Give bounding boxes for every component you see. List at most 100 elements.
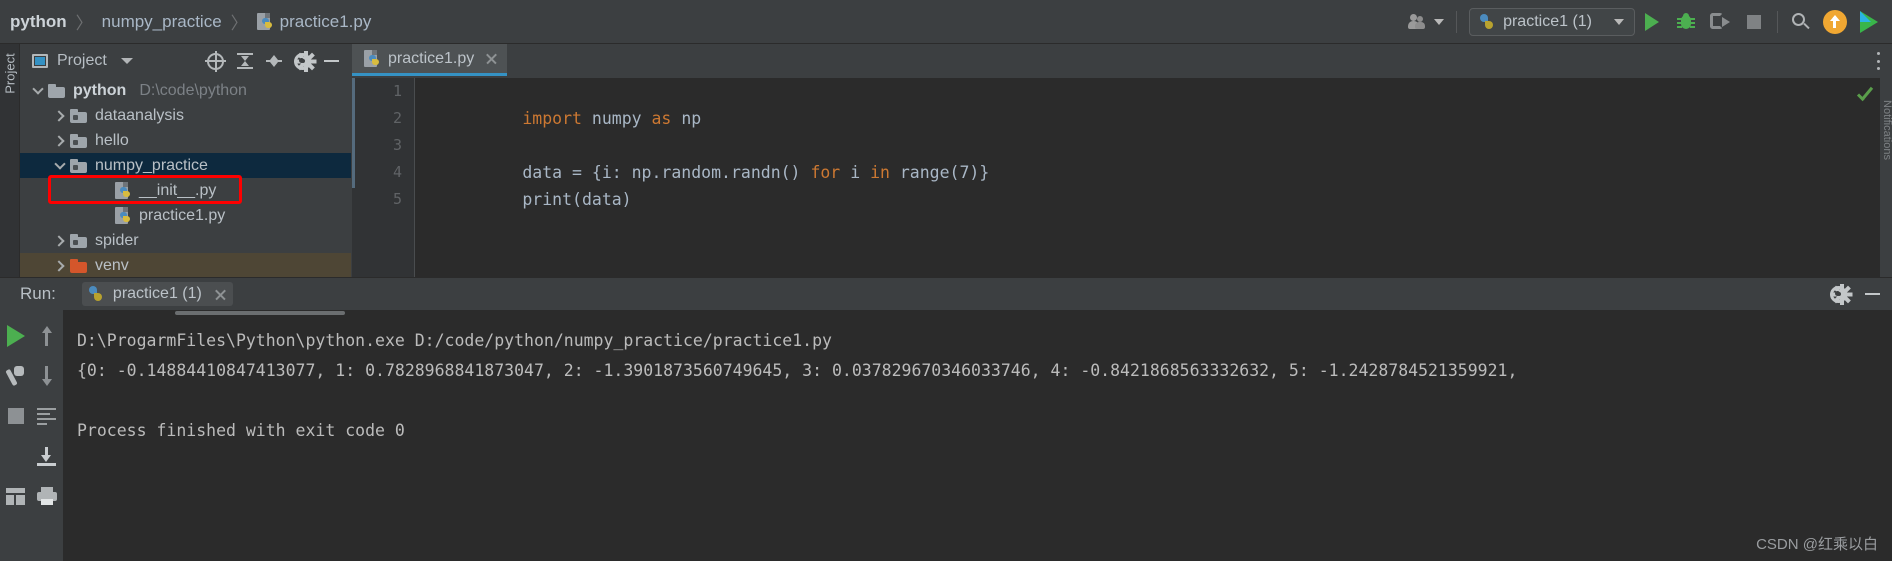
- run-button[interactable]: [1635, 5, 1669, 39]
- toolbar-divider: [1777, 10, 1778, 33]
- down-arrow-icon: [40, 366, 53, 386]
- editor-tab-label: practice1.py: [388, 49, 475, 67]
- watermark-label: CSDN @红乘以白: [1756, 536, 1878, 553]
- line-number: 3: [392, 136, 402, 154]
- tree-row-dataanalysis[interactable]: dataanalysis: [20, 103, 351, 128]
- breadcrumb-item-file[interactable]: practice1.py: [256, 12, 371, 32]
- prev-occurrence-button[interactable]: [31, 326, 62, 346]
- notifications-tool-button[interactable]: Notifications: [1881, 87, 1892, 173]
- debug-button[interactable]: [1669, 5, 1703, 39]
- hide-panel-button[interactable]: [318, 47, 345, 75]
- run-tab-practice1[interactable]: practice1 (1): [81, 282, 233, 306]
- stop-button[interactable]: [1737, 5, 1771, 39]
- tree-row-practice1-py[interactable]: practice1.py: [20, 203, 351, 228]
- code-token: print(data): [522, 190, 632, 209]
- project-settings-button[interactable]: [289, 47, 316, 75]
- breadcrumb-item-project[interactable]: python: [10, 12, 67, 32]
- edit-configuration-button[interactable]: [0, 365, 31, 387]
- project-panel-header: Project: [20, 44, 351, 78]
- tree-row-python[interactable]: python D:\code\python: [20, 78, 351, 103]
- plugin-button[interactable]: [1852, 5, 1886, 39]
- tree-row-spider[interactable]: spider: [20, 228, 351, 253]
- plugin-icon: [1860, 10, 1878, 33]
- python-config-icon: [88, 286, 104, 302]
- print-button[interactable]: [31, 487, 62, 505]
- soft-wrap-button[interactable]: [31, 408, 62, 425]
- keyword-as: as: [651, 109, 682, 128]
- expand-toggle[interactable]: [50, 259, 70, 272]
- minimize-icon: [324, 60, 339, 62]
- locate-icon: [205, 50, 226, 72]
- run-tab-label: practice1 (1): [112, 285, 202, 302]
- expand-toggle[interactable]: [50, 109, 70, 122]
- run-tool-label: Run:: [20, 284, 56, 303]
- clear-all-button[interactable]: [0, 487, 31, 505]
- expand-all-button[interactable]: [260, 47, 287, 75]
- expand-toggle[interactable]: [50, 234, 70, 247]
- minimize-icon[interactable]: [1865, 293, 1880, 295]
- stop-icon: [7, 408, 24, 424]
- stop-icon: [1747, 14, 1761, 29]
- update-icon: [1823, 9, 1847, 34]
- code-token: numpy: [591, 109, 652, 128]
- tree-label: practice1.py: [139, 206, 226, 224]
- locate-file-button[interactable]: [202, 47, 229, 75]
- project-tree: python D:\code\python dataanalysis hello…: [20, 78, 351, 278]
- tree-row-hello[interactable]: hello: [20, 128, 351, 153]
- run-tool-header: Run: practice1 (1): [0, 278, 1892, 310]
- scroll-to-end-button[interactable]: [31, 446, 62, 466]
- line-number-gutter: 1 2 3 4 5: [352, 78, 415, 277]
- share-settings-button[interactable]: [1408, 13, 1445, 30]
- tree-label: spider: [95, 231, 139, 249]
- project-tool-button[interactable]: Project: [3, 51, 18, 97]
- run-tool-body: D:\ProgarmFiles\Python\python.exe D:/cod…: [0, 310, 1892, 561]
- gear-icon: [294, 50, 316, 72]
- toolbar-right-group: practice1 (1): [1408, 5, 1892, 39]
- collapse-all-icon: [236, 53, 253, 69]
- close-icon[interactable]: [214, 288, 227, 301]
- tree-label: hello: [95, 131, 129, 149]
- run-with-coverage-button[interactable]: [1703, 5, 1737, 39]
- python-file-icon: [115, 206, 131, 225]
- run-side-row: [0, 476, 63, 516]
- code-text[interactable]: import numpy as np data = {i: np.random.…: [415, 78, 1892, 277]
- stop-process-button[interactable]: [0, 408, 31, 424]
- editor-tab-practice1[interactable]: practice1.py: [352, 44, 508, 76]
- close-icon[interactable]: [485, 52, 498, 65]
- tree-row-numpy-practice[interactable]: numpy_practice: [20, 153, 351, 178]
- run-configuration-selector[interactable]: practice1 (1): [1469, 7, 1635, 36]
- keyword-in: in: [870, 163, 900, 182]
- expand-toggle[interactable]: [50, 158, 70, 170]
- code-token: data = {i: np.random.randn(): [522, 163, 811, 182]
- left-tool-strip: Project: [0, 44, 20, 277]
- people-icon: [1408, 13, 1428, 30]
- project-panel: Project python D:\code\python dataanalys…: [20, 44, 351, 278]
- line-number: 5: [392, 190, 402, 208]
- breadcrumb-item-package[interactable]: numpy_practice: [102, 12, 222, 32]
- up-arrow-icon: [40, 326, 53, 346]
- console-scrollbar[interactable]: [63, 310, 1892, 315]
- collapse-all-button[interactable]: [231, 47, 258, 75]
- project-view-icon: [32, 54, 48, 68]
- expand-toggle[interactable]: [28, 83, 48, 95]
- breadcrumb-separator-icon: 〉: [75, 14, 93, 33]
- inspection-ok-icon[interactable]: [1858, 89, 1875, 100]
- tree-row-venv[interactable]: venv: [20, 253, 351, 278]
- code-line-1: import numpy as np: [423, 78, 1892, 128]
- python-file-icon: [256, 12, 273, 31]
- console-line-command: D:\ProgarmFiles\Python\python.exe D:/cod…: [77, 331, 832, 350]
- expand-toggle[interactable]: [50, 134, 70, 147]
- console-output[interactable]: D:\ProgarmFiles\Python\python.exe D:/cod…: [63, 310, 1892, 561]
- tree-row-init-py[interactable]: __init__.py: [20, 178, 351, 203]
- chevron-down-icon[interactable]: [120, 58, 133, 64]
- next-occurrence-button[interactable]: [31, 366, 62, 386]
- code-line-3: data = {i: np.random.randn() for i in ra…: [423, 132, 1892, 182]
- update-project-button[interactable]: [1818, 5, 1852, 39]
- search-everywhere-button[interactable]: [1784, 5, 1818, 39]
- rerun-button[interactable]: [0, 325, 31, 347]
- gear-icon[interactable]: [1830, 283, 1852, 305]
- python-config-icon: [1479, 13, 1495, 30]
- run-side-row: [0, 356, 63, 396]
- tree-label: dataanalysis: [95, 106, 184, 124]
